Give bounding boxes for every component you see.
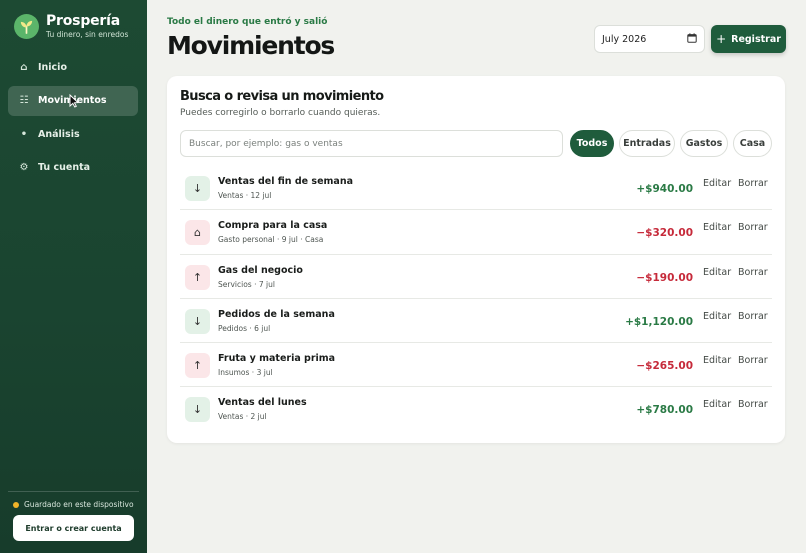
page-eyebrow: Todo el dinero que entró y salió [167, 17, 328, 27]
sidebar: Prospería Tu dinero, sin enredos ⌂ Inici… [0, 0, 147, 553]
delete-button[interactable]: Borrar [738, 267, 768, 278]
calendar-icon[interactable] [687, 32, 697, 46]
table-row[interactable]: ↓ Ventas del lunes Ventas · 2 jul +$780.… [180, 387, 772, 431]
transactions-card: Busca o revisa un movimiento Puedes corr… [167, 76, 785, 443]
transaction-meta: Ventas · 2 jul [218, 412, 267, 422]
transaction-title: Compra para la casa [218, 220, 328, 232]
edit-button[interactable]: Editar [703, 222, 731, 233]
transaction-amount: −$190.00 [636, 271, 693, 284]
login-button[interactable]: Entrar o crear cuenta [13, 515, 134, 541]
transaction-amount: −$320.00 [636, 227, 693, 240]
home-icon: ⌂ [185, 220, 210, 246]
transaction-amount: +$780.00 [636, 404, 693, 417]
saved-status-text: Guardado en este dispositivo [24, 500, 134, 509]
page-title: Movimientos [167, 31, 335, 60]
sidebar-item-label: Análisis [38, 128, 80, 140]
table-row[interactable]: ⌂ Compra para la casa Gasto personal · 9… [180, 210, 772, 255]
filter-entradas[interactable]: Entradas [619, 130, 675, 157]
delete-button[interactable]: Borrar [738, 178, 768, 189]
filter-gastos[interactable]: Gastos [680, 130, 728, 157]
card-subtitle: Puedes corregirlo o borrarlo cuando quie… [180, 108, 381, 118]
table-row[interactable]: ↓ Ventas del fin de semana Ventas · 12 j… [180, 166, 772, 211]
transaction-amount: +$1,120.00 [625, 315, 693, 328]
arrow-down-icon: ↓ [185, 397, 210, 423]
status-dot-icon [13, 501, 19, 508]
edit-button[interactable]: Editar [703, 399, 731, 410]
table-row[interactable]: ↓ Pedidos de la semana Pedidos · 6 jul +… [180, 299, 772, 344]
sidebar-item-label: Tu cuenta [38, 162, 91, 174]
register-label: Registrar [731, 33, 781, 45]
arrow-up-icon: ↑ [185, 353, 210, 379]
month-value: July 2026 [602, 33, 647, 45]
sprout-icon [14, 14, 39, 39]
transactions-list: ↓ Ventas del fin de semana Ventas · 12 j… [180, 166, 772, 432]
sidebar-item-label: Inicio [38, 61, 67, 73]
sidebar-divider [8, 491, 139, 492]
transaction-title: Pedidos de la semana [218, 308, 335, 320]
brand-tagline: Tu dinero, sin enredos [46, 30, 129, 39]
arrow-down-icon: ↓ [185, 176, 210, 201]
saved-status: Guardado en este dispositivo [13, 500, 134, 509]
sidebar-item-tu-cuenta[interactable]: ⚙ Tu cuenta [8, 153, 138, 183]
edit-button[interactable]: Editar [703, 311, 731, 322]
list-icon: ☷ [19, 95, 29, 107]
home-icon: ⌂ [20, 61, 28, 73]
brand[interactable]: Prospería Tu dinero, sin enredos [14, 13, 128, 40]
search-input[interactable] [180, 130, 563, 157]
filter-todos[interactable]: Todos [570, 130, 614, 157]
transaction-title: Ventas del lunes [218, 397, 307, 409]
sidebar-item-analisis[interactable]: • Análisis [8, 119, 138, 149]
transaction-title: Ventas del fin de semana [218, 176, 354, 187]
delete-button[interactable]: Borrar [738, 311, 768, 322]
mouse-cursor-icon [69, 94, 79, 108]
delete-button[interactable]: Borrar [738, 222, 768, 233]
edit-button[interactable]: Editar [703, 355, 731, 366]
transaction-title: Fruta y materia prima [218, 353, 336, 365]
table-row[interactable]: ↑ Fruta y materia prima Insumos · 3 jul … [180, 343, 772, 388]
sidebar-nav: ⌂ Inicio ☷ Movimientos • Análisis ⚙ Tu c… [8, 52, 138, 186]
card-title: Busca o revisa un movimiento [180, 89, 384, 104]
table-row[interactable]: ↑ Gas del negocio Servicios · 7 jul −$19… [180, 255, 772, 299]
transaction-title: Gas del negocio [218, 264, 303, 276]
arrow-down-icon: ↓ [185, 308, 210, 334]
edit-button[interactable]: Editar [703, 267, 731, 278]
gear-icon: ⚙ [19, 162, 29, 174]
transaction-meta: Ventas · 12 jul [218, 191, 272, 200]
sidebar-item-inicio[interactable]: ⌂ Inicio [8, 52, 138, 82]
plus-icon: + [716, 32, 727, 46]
transaction-meta: Insumos · 3 jul [218, 368, 273, 378]
register-button[interactable]: + Registrar [711, 25, 786, 53]
month-picker[interactable]: July 2026 [594, 25, 705, 53]
brand-name: Prospería [46, 13, 120, 29]
delete-button[interactable]: Borrar [738, 399, 768, 410]
transaction-amount: +$940.00 [636, 183, 693, 195]
transaction-meta: Pedidos · 6 jul [218, 323, 271, 333]
transaction-meta: Servicios · 7 jul [218, 279, 275, 289]
arrow-up-icon: ↑ [185, 264, 210, 290]
filter-casa[interactable]: Casa [733, 130, 772, 157]
delete-button[interactable]: Borrar [738, 355, 768, 366]
dot-icon: • [20, 128, 28, 140]
edit-button[interactable]: Editar [703, 178, 731, 189]
transaction-amount: −$265.00 [636, 360, 693, 373]
transaction-meta: Gasto personal · 9 jul · Casa [218, 235, 324, 245]
